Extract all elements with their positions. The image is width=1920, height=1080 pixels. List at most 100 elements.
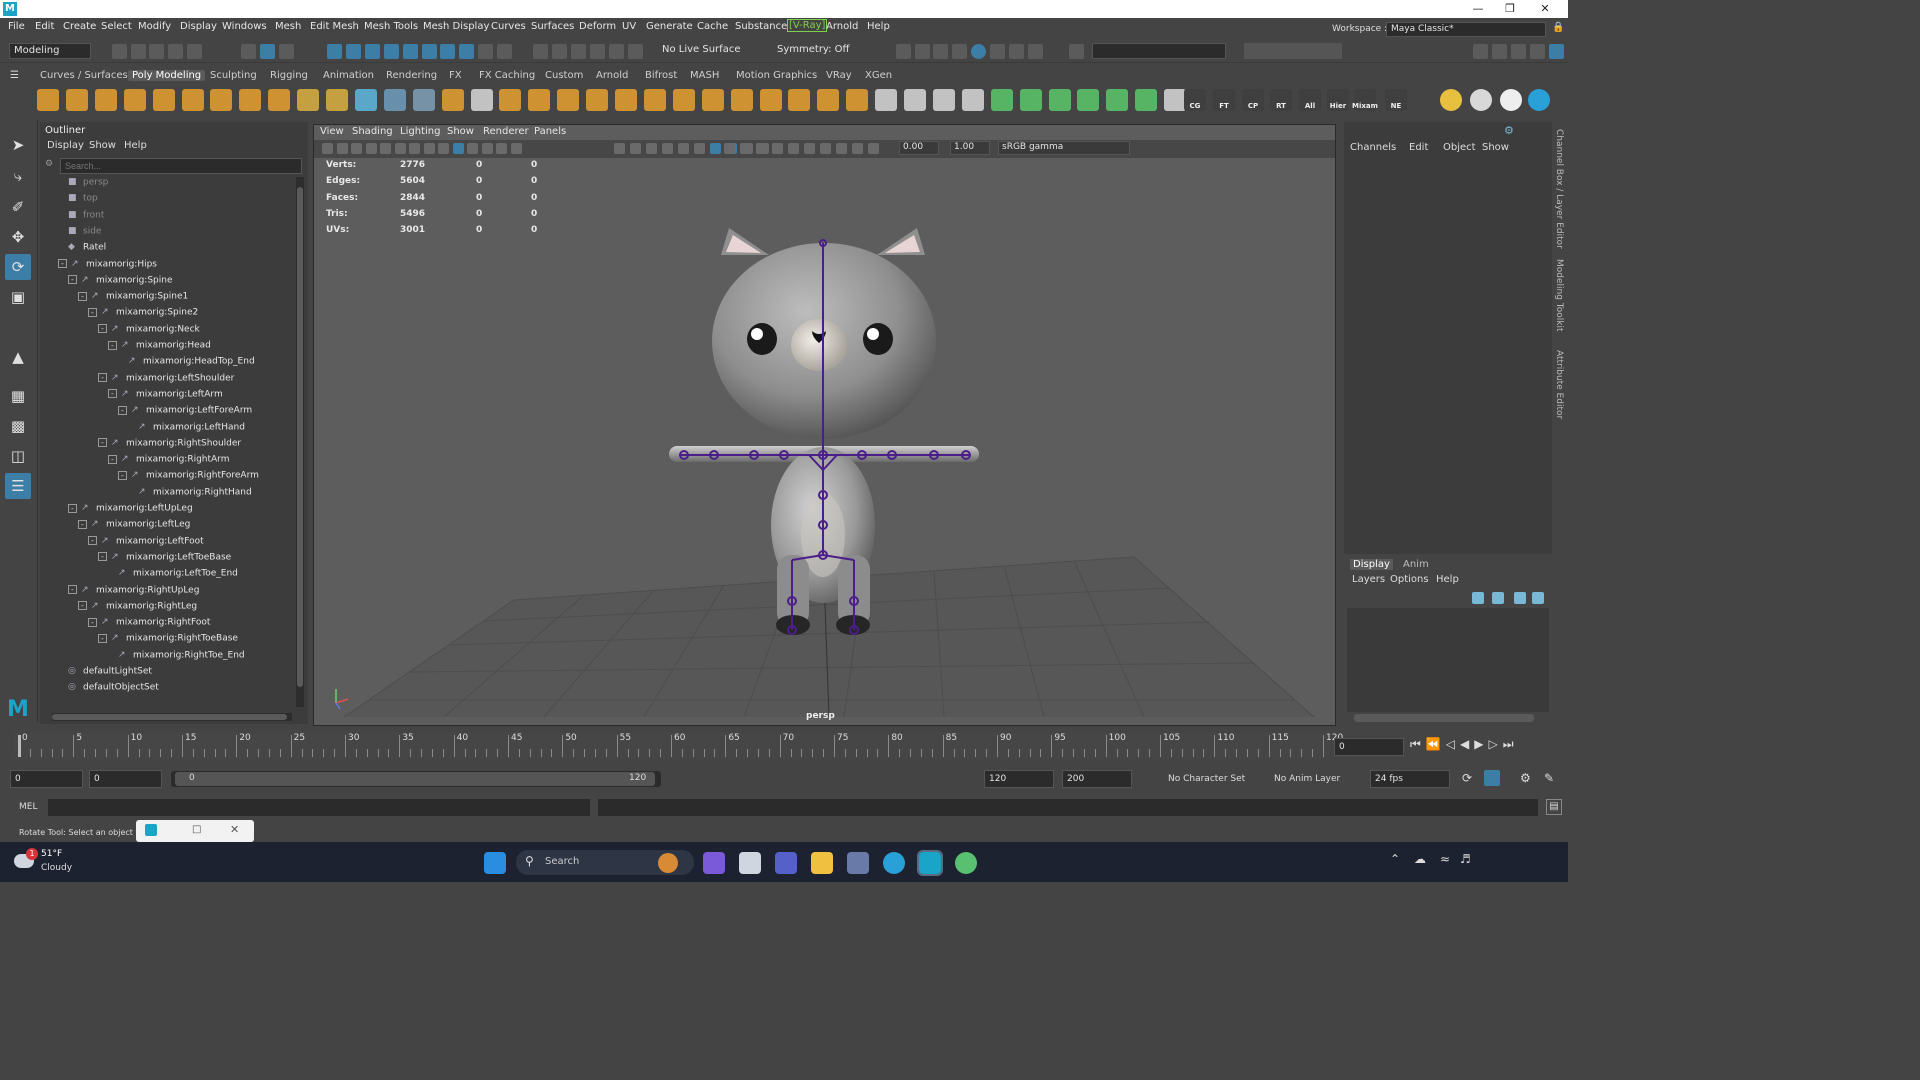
shelf-tab-bifrost[interactable]: Bifrost — [645, 70, 677, 81]
shelf-tool-icon[interactable] — [297, 89, 320, 111]
outliner-layout-icon[interactable]: ☰ — [5, 473, 31, 499]
close-window-button[interactable]: ✕ — [1530, 0, 1560, 18]
menu-arnold[interactable]: Arnold — [826, 21, 858, 32]
shelf-menu-icon[interactable]: ☰ — [10, 70, 25, 82]
collapse-toggle-icon[interactable]: - — [68, 585, 77, 594]
select-component-icon[interactable] — [279, 44, 294, 59]
collapse-toggle-icon[interactable]: - — [88, 307, 97, 317]
layers-menu-layers[interactable]: Layers — [1352, 574, 1385, 585]
shelf-tab-fx[interactable]: FX — [449, 70, 462, 81]
outliner-item[interactable]: - ↗ mixamorig:Spine — [68, 275, 173, 291]
viewport-tool-icon[interactable] — [467, 143, 478, 154]
four-view-icon[interactable]: ▩ — [5, 413, 31, 439]
shelf-tab-motion-graphics[interactable]: Motion Graphics — [736, 70, 817, 81]
outliner-item[interactable]: - ↗ mixamorig:RightArm — [108, 454, 230, 470]
menu-generate[interactable]: Generate — [646, 21, 693, 32]
unlink-icon[interactable] — [590, 44, 605, 59]
snap-grid-icon[interactable] — [327, 44, 342, 59]
outliner-item[interactable]: - ↗ mixamorig:LeftShoulder — [98, 373, 234, 389]
gamma-field[interactable]: 1.00 — [950, 141, 990, 155]
lock-icon[interactable]: 🔒 — [1552, 22, 1564, 36]
collapse-toggle-icon[interactable]: - — [98, 373, 107, 383]
undo-icon[interactable] — [168, 44, 183, 59]
outliner-item[interactable]: - ↗ mixamorig:RightLeg — [78, 601, 197, 617]
side-tab[interactable]: Attribute Editor — [1554, 350, 1564, 419]
shelf-tool-icon[interactable] — [181, 89, 204, 111]
volume-icon[interactable]: ♬ — [1460, 852, 1471, 866]
outliner-item[interactable]: - ↗ mixamorig:LeftArm — [108, 389, 223, 405]
outliner-item[interactable]: - ↗ mixamorig:LeftForeArm — [118, 405, 252, 421]
snap-surface-icon[interactable] — [422, 44, 437, 59]
viewport-tool-icon[interactable] — [852, 143, 863, 154]
outliner-item[interactable]: - ↗ mixamorig:Spine1 — [78, 291, 188, 307]
construction-icon[interactable] — [497, 44, 512, 59]
render-frame-icon[interactable] — [915, 44, 930, 59]
collapse-toggle-icon[interactable]: - — [68, 503, 77, 513]
menu-deform[interactable]: Deform — [579, 21, 616, 32]
outliner-item[interactable]: - ↗ mixamorig:RightForeArm — [118, 470, 259, 486]
command-input[interactable] — [48, 799, 590, 816]
shelf-tool-icon[interactable] — [1135, 89, 1158, 111]
edge-browser-icon[interactable] — [883, 852, 905, 874]
outliner-item[interactable]: ◆ Ratel — [68, 242, 106, 258]
viewport-tool-icon[interactable] — [452, 143, 464, 154]
viewport-tool-icon[interactable] — [409, 143, 420, 154]
outliner-item[interactable]: ↗ mixamorig:LeftHand — [138, 422, 245, 438]
step-back-key-icon[interactable]: ◁ — [1446, 737, 1460, 751]
live-surface-field[interactable]: No Live Surface — [658, 43, 752, 59]
viewport-tool-icon[interactable] — [772, 143, 783, 154]
outliner-item[interactable]: ◎ defaultObjectSet — [68, 682, 159, 698]
tab-anim[interactable]: Anim — [1403, 559, 1429, 570]
shelf-tab-rigging[interactable]: Rigging — [270, 70, 308, 81]
quick-select-field[interactable] — [1092, 43, 1226, 59]
viewport-menu-renderer[interactable]: Renderer — [483, 126, 529, 137]
color-space-dropdown[interactable]: sRGB gamma — [998, 141, 1130, 155]
shelf-tool-icon[interactable] — [875, 89, 898, 111]
outliner-search-input[interactable] — [60, 158, 302, 174]
range-slider[interactable]: 0 120 — [171, 771, 661, 787]
anim-end-field[interactable]: 200 — [1062, 770, 1132, 788]
anim-prefs-icon[interactable]: ✎ — [1544, 771, 1554, 785]
input-ops-icon[interactable] — [533, 44, 548, 59]
outliner-item[interactable]: ■ side — [68, 226, 101, 242]
collapse-toggle-icon[interactable]: - — [108, 340, 117, 350]
viewport-tool-icon[interactable] — [438, 143, 449, 154]
current-time-marker[interactable] — [18, 735, 21, 757]
viewport-tool-icon[interactable] — [336, 143, 348, 154]
collapse-toggle-icon[interactable]: - — [88, 536, 97, 546]
move-tool-icon[interactable]: ✥ — [5, 224, 31, 250]
menu-substance[interactable]: Substance — [735, 21, 787, 32]
thumbnail-close-icon[interactable]: ✕ — [230, 823, 239, 836]
menu-mesh-display[interactable]: Mesh Display — [423, 21, 489, 32]
viewport-tool-icon[interactable] — [836, 143, 847, 154]
human-ik-icon[interactable] — [1492, 44, 1507, 59]
minimize-button[interactable]: — — [1463, 0, 1493, 18]
scale-tool-icon[interactable]: ▣ — [5, 284, 31, 310]
rotate-tool-icon[interactable]: ⟳ — [5, 254, 31, 280]
layers-menu-help[interactable]: Help — [1436, 574, 1459, 585]
onedrive-icon[interactable]: ☁ — [1414, 852, 1426, 866]
playback-settings-icon[interactable]: ⚙ — [1520, 771, 1531, 785]
collapse-toggle-icon[interactable]: - — [98, 633, 107, 643]
viewport-menu-show[interactable]: Show — [447, 126, 474, 137]
viewport-tool-icon[interactable] — [351, 143, 362, 154]
outliner-item[interactable]: - ↗ mixamorig:Head — [108, 340, 211, 356]
shelf-tool-icon[interactable] — [990, 89, 1013, 111]
collapse-toggle-icon[interactable]: - — [78, 291, 87, 301]
move-layer-down-icon[interactable] — [1492, 592, 1504, 604]
outliner-item[interactable]: - ↗ mixamorig:RightFoot — [88, 617, 210, 633]
time-slider[interactable]: 0 5 10 15 20 25 30 35 40 45 50 55 60 65 70 75 80 85 90 95 10… — [13, 733, 1343, 759]
maya-taskbar-icon[interactable] — [917, 850, 943, 876]
outliner-item[interactable]: - ↗ mixamorig:LeftFoot — [88, 536, 204, 552]
shelf-tab-custom[interactable]: Custom — [545, 70, 583, 81]
shelf-tab-rendering[interactable]: Rendering — [386, 70, 437, 81]
playback-end-field[interactable]: 120 — [984, 770, 1054, 788]
copilot-icon[interactable] — [703, 852, 725, 874]
shelf-tool-icon[interactable] — [615, 89, 637, 111]
menu-edit-mesh[interactable]: Edit Mesh — [310, 21, 359, 32]
viewport-tool-icon[interactable] — [646, 143, 657, 154]
render-view-icon[interactable] — [896, 44, 911, 59]
layer-list[interactable] — [1347, 608, 1549, 712]
menu-set-dropdown[interactable]: Modeling — [9, 43, 91, 59]
menu-mesh-tools[interactable]: Mesh Tools — [364, 21, 418, 32]
